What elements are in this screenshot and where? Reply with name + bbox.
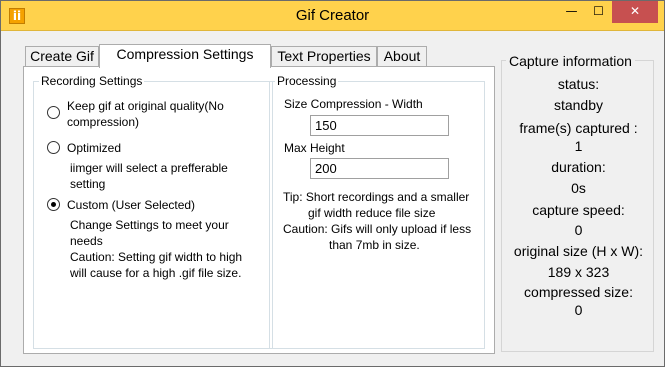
recording-settings-title: Recording Settings bbox=[39, 74, 145, 88]
capture-information-panel: Capture information status: standby fram… bbox=[501, 53, 654, 352]
compressed-size-label: compressed size: bbox=[524, 284, 633, 300]
tab-compression-settings[interactable]: Compression Settings bbox=[99, 44, 271, 68]
close-button[interactable]: ✕ bbox=[612, 1, 658, 23]
capture-speed-label: capture speed: bbox=[532, 202, 625, 218]
compression-settings-panel: Recording Settings Keep gif at original … bbox=[23, 66, 495, 354]
duration-label: duration: bbox=[551, 159, 606, 175]
optimized-description-line2: setting bbox=[70, 177, 106, 191]
status-value: standby bbox=[553, 97, 604, 113]
processing-title: Processing bbox=[275, 74, 339, 88]
capture-information-title: Capture information bbox=[506, 53, 635, 69]
tip-line2: gif width reduce file size bbox=[308, 206, 436, 220]
radio-custom-label[interactable]: Custom (User Selected) bbox=[67, 197, 195, 213]
tab-text-properties[interactable]: Text Properties bbox=[271, 46, 377, 67]
width-input[interactable]: 150 bbox=[310, 115, 449, 136]
compressed-size-value: 0 bbox=[574, 302, 583, 318]
radio-custom-selected-dot bbox=[51, 202, 56, 207]
minimize-button[interactable]: — bbox=[558, 1, 585, 23]
tab-about[interactable]: About bbox=[377, 46, 427, 67]
maximize-button[interactable]: ☐ bbox=[585, 1, 612, 23]
original-size-label: original size (H x W): bbox=[513, 243, 644, 259]
radio-original-quality[interactable] bbox=[47, 106, 60, 119]
processing-group: Processing Size Compression - Width 150 … bbox=[269, 74, 485, 349]
tip-line1: Tip: Short recordings and a smaller bbox=[283, 190, 470, 204]
custom-description-line3: Caution: Setting gif width to high bbox=[70, 250, 243, 264]
custom-description-line4: will cause for a high .gif file size. bbox=[70, 266, 242, 280]
recording-settings-group: Recording Settings Keep gif at original … bbox=[33, 74, 273, 349]
radio-optimized-label[interactable]: Optimized bbox=[67, 140, 121, 156]
gif-creator-window: ii Gif Creator — ☐ ✕ Create Gif Compress… bbox=[0, 0, 665, 367]
capture-speed-value: 0 bbox=[574, 222, 583, 238]
radio-optimized[interactable] bbox=[47, 141, 60, 154]
status-label: status: bbox=[557, 76, 600, 92]
tab-create-gif[interactable]: Create Gif bbox=[25, 46, 99, 67]
duration-value: 0s bbox=[571, 180, 586, 196]
tip-line3: Caution: Gifs will only upload if less bbox=[283, 222, 472, 236]
frames-label: frame(s) captured : bbox=[519, 120, 638, 136]
custom-description-line2: needs bbox=[70, 234, 103, 248]
radio-original-quality-label[interactable]: Keep gif at original quality(No compress… bbox=[67, 98, 267, 130]
radio-custom[interactable] bbox=[47, 198, 60, 211]
max-height-input[interactable]: 200 bbox=[310, 158, 449, 179]
max-height-label: Max Height bbox=[284, 141, 345, 155]
original-size-value: 189 x 323 bbox=[547, 264, 610, 280]
optimized-description-line1: iimger will select a prefferable bbox=[70, 161, 228, 175]
frames-value: 1 bbox=[574, 138, 583, 154]
title-bar[interactable]: ii Gif Creator — ☐ ✕ bbox=[1, 1, 664, 31]
custom-description-line1: Change Settings to meet your bbox=[70, 218, 229, 232]
tip-line4: than 7mb in size. bbox=[329, 238, 420, 252]
width-label: Size Compression - Width bbox=[284, 97, 423, 111]
